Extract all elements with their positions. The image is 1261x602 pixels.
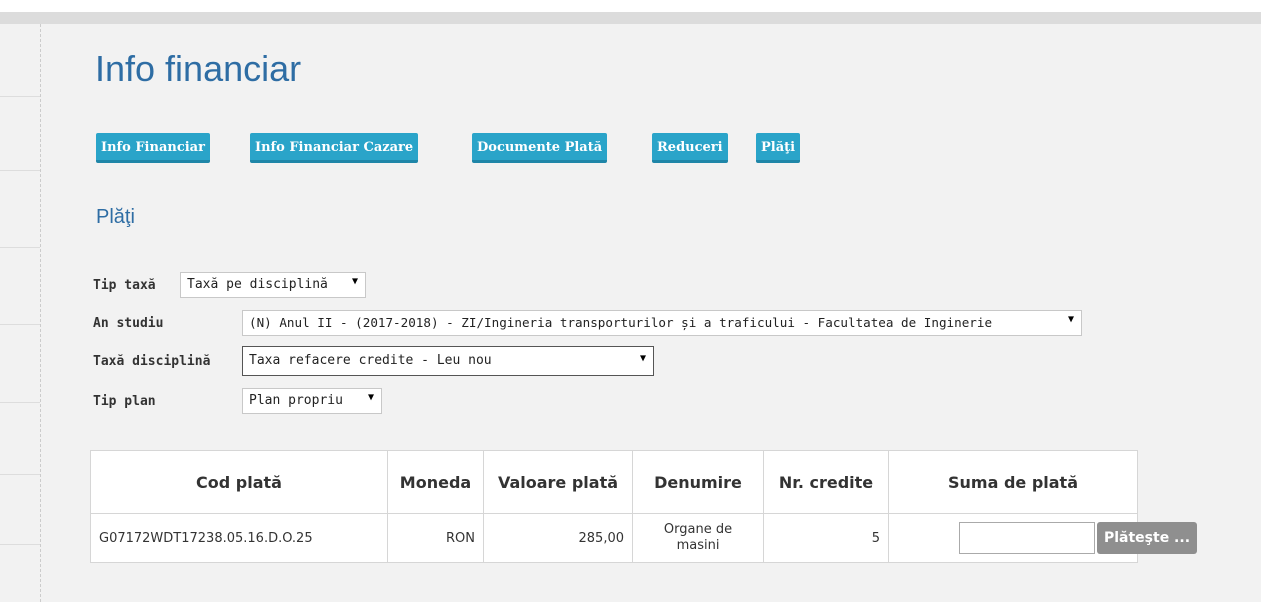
- tip-plan-label: Tip plan: [93, 394, 156, 409]
- dropdown-arrow-icon: ▼: [1067, 314, 1074, 325]
- tip-plan-select[interactable]: Plan propriu ▼: [242, 388, 382, 414]
- taxa-disciplina-label: Taxă disciplină: [93, 354, 211, 369]
- plateste-button[interactable]: Plăteşte ...: [1097, 522, 1197, 554]
- col-header-cod-plata: Cod plată: [90, 450, 388, 514]
- section-title: Plăţi: [96, 206, 135, 228]
- col-header-suma-de-plata: Suma de plată: [888, 450, 1138, 514]
- col-header-valoare-plata: Valoare plată: [483, 450, 633, 514]
- tab-documente-plata[interactable]: Documente Plată: [472, 133, 608, 163]
- cell-moneda: RON: [387, 513, 484, 563]
- cell-nr-credite: 5: [763, 513, 889, 563]
- sidebar-divider: [0, 402, 40, 403]
- dropdown-arrow-icon: ▼: [351, 276, 358, 287]
- cell-valoare-plata: 285,00: [483, 513, 633, 563]
- tip-taxa-label: Tip taxă: [93, 278, 156, 293]
- page-title: Info financiar: [95, 48, 302, 89]
- taxa-disciplina-select[interactable]: Taxa refacere credite - Leu nou ▼: [242, 346, 654, 376]
- col-header-denumire: Denumire: [632, 450, 764, 514]
- tip-plan-value: Plan propriu: [249, 393, 343, 408]
- tab-info-financiar-cazare[interactable]: Info Financiar Cazare: [250, 133, 419, 163]
- sidebar-divider: [0, 247, 40, 248]
- cell-denumire: Organe de masini: [632, 513, 764, 563]
- tab-reduceri[interactable]: Reduceri: [652, 133, 728, 163]
- sidebar-divider: [0, 170, 40, 171]
- an-studiu-select[interactable]: (N) Anul II - (2017-2018) - ZI/Ingineria…: [242, 310, 1082, 336]
- sidebar-divider: [0, 96, 40, 97]
- an-studiu-label: An studiu: [93, 316, 164, 331]
- dropdown-arrow-icon: ▼: [639, 353, 646, 364]
- sidebar-divider: [0, 544, 40, 545]
- an-studiu-value: (N) Anul II - (2017-2018) - ZI/Ingineria…: [249, 315, 993, 330]
- suma-de-plata-input[interactable]: [959, 522, 1095, 554]
- table-header-row: Cod plată Moneda Valoare plată Denumire …: [90, 450, 1138, 514]
- dropdown-arrow-icon: ▼: [367, 392, 374, 403]
- cell-cod-plata: G07172WDT17238.05.16.D.O.25: [90, 513, 388, 563]
- tip-taxa-select[interactable]: Taxă pe disciplină ▼: [180, 272, 366, 298]
- top-bar: [0, 0, 1261, 12]
- tab-plati[interactable]: Plăţi: [756, 133, 801, 163]
- tab-info-financiar[interactable]: Info Financiar: [96, 133, 210, 163]
- sidebar: [0, 24, 41, 602]
- sidebar-divider: [0, 324, 40, 325]
- col-header-moneda: Moneda: [387, 450, 484, 514]
- tip-taxa-value: Taxă pe disciplină: [187, 277, 328, 292]
- sidebar-divider: [0, 474, 40, 475]
- taxa-disciplina-value: Taxa refacere credite - Leu nou: [249, 353, 492, 368]
- col-header-nr-credite: Nr. credite: [763, 450, 889, 514]
- top-bar-shadow: [0, 12, 1261, 24]
